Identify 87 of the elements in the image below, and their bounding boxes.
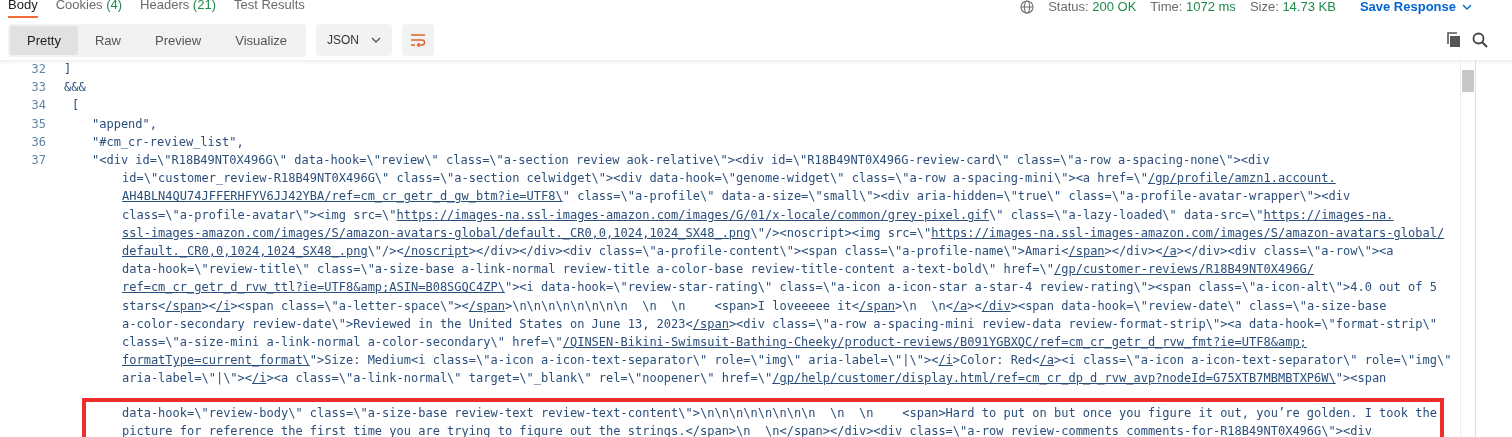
code-link[interactable]: formatType=current_format\ [122,353,310,368]
caret-icon [1462,4,1472,10]
view-mode-tab[interactable]: Visualize [218,25,305,55]
code-link[interactable]: /i [252,371,267,386]
line-number: 36 [30,133,47,151]
code-text: ><div class=\"a-row a-spacing-mini review-data review-format-strip\"><a data-hook=\"format-strip\" [728,316,1437,331]
code-text: ></div>< [1104,244,1163,259]
code-text: ] [64,62,72,76]
code-link[interactable]: ssl-images-amazon.com/images/S/amazon-avatars-global/default._CR0,0,1024,1024_SX48_.png [122,225,751,240]
response-tab[interactable]: Cookies (4) [55,0,123,18]
code-text: "><i data-hook=\"review-star-rating\" class=\"a-icon a-icon-star a-star-4 review-rating\"><span class=\"a-icon-alt\">4.0 out of 5 [504,280,1437,295]
code-link[interactable]: /i [938,353,953,368]
code-text: "><span [1335,371,1387,386]
code-text: picture for reference the first time you are trying to figure out the strings.</span>\n \n</span></div><div class=\"a-row review-comments comments-for-R18B49NT0X496G\"><div [122,423,1372,437]
code-text: >\n \n< [895,298,953,313]
caret-icon [371,37,382,43]
wrap-lines-button[interactable] [402,24,435,56]
line-number: 34 [30,97,47,115]
code-text: aria-label=\"|\">< [122,371,253,386]
scrollbar[interactable] [1460,60,1476,437]
code-link[interactable]: AH4BLN4QU74JFFERHFYV6JJ42YBA/ref=cm_cr_getr_d_gw_btm?ie=UTF8\ [122,189,563,204]
format-dropdown[interactable]: JSON [316,24,393,56]
response-tab[interactable]: Headers (21) [140,0,216,18]
code-link[interactable]: /a [1162,244,1177,259]
response-tab[interactable]: Body [8,0,38,18]
code-link[interactable]: /gp/customer-reviews/R18B49NT0X496G/ [1054,262,1315,277]
code-text: "#cm_cr-review_list", [92,134,244,149]
code-link[interactable]: /span [165,298,202,313]
code-text: ><span data-hook=\"review-date\" class=\"a-size-base [1010,298,1387,313]
code-text: ><i class=\"a-icon a-icon-text-separator\" role=\"img\" [1054,353,1452,368]
code-text: " class=\"a-profile\" data-a-size=\"small\"><div aria-hidden=\"true\" class=\"a-profile-avatar-wrapper\"><div [562,189,1351,204]
code-text: \"/><noscript><img src=\" [750,225,932,240]
save-response-button[interactable]: Save Response [1359,0,1472,14]
code-link[interactable]: /noscript [403,244,469,259]
code-text: [ [72,98,80,113]
line-number: 37 [30,152,47,169]
code-link[interactable]: default._CR0,0,1024,1024_SX48_.png [122,244,368,259]
code-text: ></div><div class=\"a-row\"><a [1176,244,1394,259]
view-mode-tab[interactable]: Raw [77,25,138,55]
code-link[interactable]: /span [468,298,505,313]
code-text: &&& [64,80,86,95]
code-text: \"/>< [367,244,404,259]
view-mode-tab[interactable]: Pretty [10,25,78,55]
code-text: ><span class=\"a-letter-space\">< [230,298,469,313]
code-text: "append", [92,116,158,131]
code-text: ">Size: Medium<i class=\"a-icon a-icon-text-separator\" role=\"img\" aria-label=\"|\">< [309,353,939,368]
status-text: Status: 200 OK [1048,0,1137,14]
code-text: class=\"a-profile-avatar\"><img src=\" [122,207,397,222]
code-link[interactable]: /a [952,298,968,313]
code-text: stars< [122,298,166,313]
code-text: >\n\n\n\n\n\n\n\n \n \n <span>I loveeeee it< [504,298,859,313]
code-text: "<div id=\"R18B49NT0X496G\" data-hook=\"review\" class=\"a-section review aok-relative\"><div id=\"R18B49NT0X496G-review-card\" class=\"a-row a-spacing-none\"><div [92,153,1270,167]
wrap-icon [410,33,427,47]
code-link[interactable]: /span [1068,244,1105,259]
globe-icon[interactable] [1020,0,1035,14]
code-text: class=\"a-size-mini a-link-normal a-color-secondary\" href=\" [122,335,563,350]
view-mode-tab[interactable]: Preview [138,25,219,55]
code-text: >Color: Red< [952,353,1040,368]
status-text: Size: 14.73 KB [1249,0,1336,14]
line-number: 35 [30,115,47,133]
code-link[interactable]: ref=cm_cr_getr_d_rvw_ttl?ie=UTF8&amp;ASIN=B08SGQC4ZP\ [122,280,505,295]
code-link[interactable]: /span [692,316,729,331]
line-number: 33 [30,79,47,97]
code-link[interactable]: /i [215,298,231,313]
code-text: >< [967,298,982,313]
code-text: ></div></div><div class=\"a-profile-content\"><span class=\"a-profile-name\">Amari< [468,244,1069,259]
code-link[interactable]: https://images-na.ssl-images-amazon.com/images/G/01/x-locale/common/grey-pixel.gif [396,207,989,222]
code-link[interactable]: /span [858,298,896,313]
code-link[interactable]: https://images-na.ssl-images-amazon.com/images/S/amazon-avatars-global/ [931,225,1445,240]
status-text: Time: 1072 ms [1150,0,1236,14]
search-icon[interactable] [1472,32,1488,48]
code-link[interactable]: /QINSEN-Bikini-Swimsuit-Bathing-Cheeky/product-reviews/B091YGBXQC/ref=cm_cr_getr_d_rvw_fmt?ie=UTF8&amp; [562,335,1307,350]
code-text: a-color-secondary review-date\">Reviewed in the United States on June 13, 2023< [122,316,693,331]
code-link[interactable]: /gp/help/customer/display.html/ref=cm_cr_dp_d_rvw_avp?nodeId=G75XTB7MBMBTXP6W\ [772,371,1336,386]
code-text: \" class=\"a-lazy-loaded\" data-src=\" [988,207,1264,222]
code-text: data-hook=\"review-title\" class=\"a-size-base a-link-normal review-title a-color-base review-title-content a-text-bold\" href=\" [122,262,1054,277]
code-link[interactable]: /gp/profile/amzn1.account. [1147,171,1336,186]
code-link[interactable]: https://images-na. [1263,207,1394,222]
copy-icon[interactable] [1446,32,1462,48]
code-text: ><a class=\"a-link-normal\" target=\"_blank\" rel=\"noopener\" href=\" [266,371,773,386]
line-number: 32 [30,61,47,78]
code-link[interactable]: /a [1039,353,1054,368]
code-text: id=\"customer_review-R18B49NT0X496G\" class=\"a-section celwidget\"><div data-hook=\"genome-widget\" class=\"a-row a-spacing-mini\"><a href=\" [122,171,1148,186]
response-tab[interactable]: Test Results [234,0,305,18]
code-text: data-hook=\"review-body\" class=\"a-size-base review-text review-text-content\">\n\n\n\n\n\n\n\n \n \n <span>Hard to put on but once you figure it out, you’re golden. I took the [122,405,1437,420]
code-link[interactable]: /div [981,298,1011,313]
code-text: >< [201,298,216,313]
